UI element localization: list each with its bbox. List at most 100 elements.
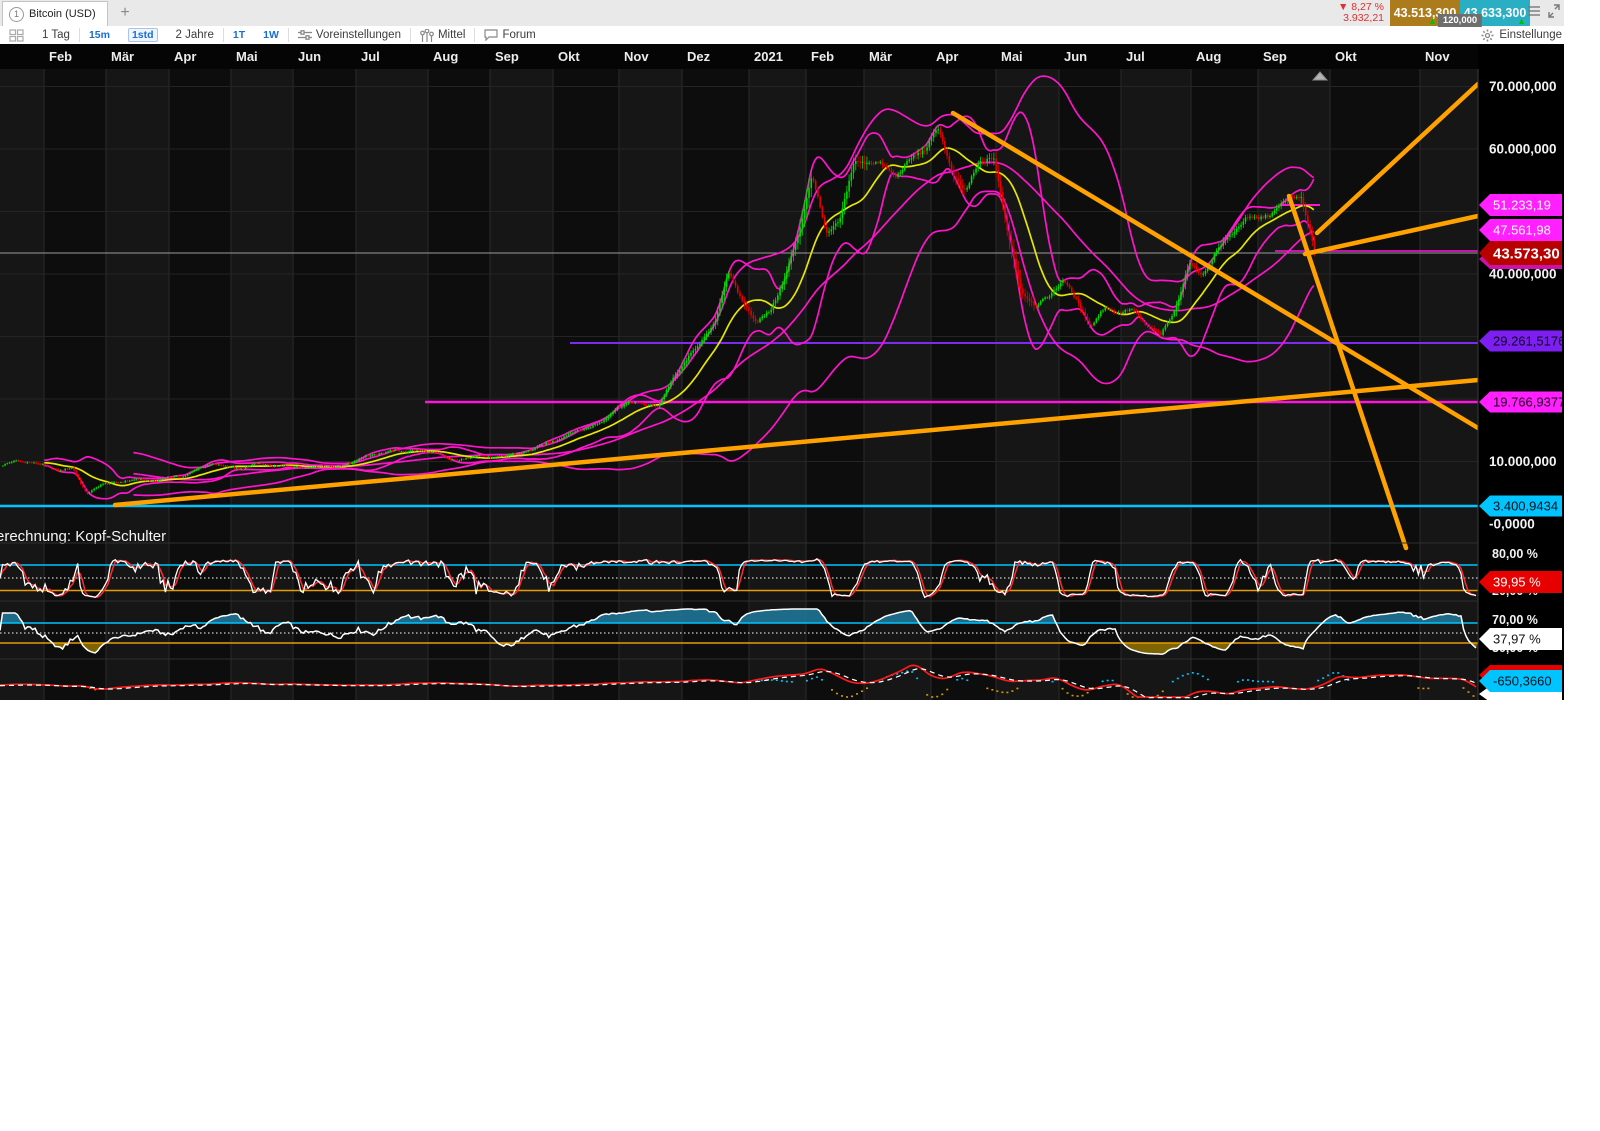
- candle-body: [1233, 232, 1236, 235]
- candle-body: [1300, 197, 1303, 199]
- candle-body: [1001, 191, 1004, 205]
- candle-body: [866, 163, 868, 164]
- time-axis-label: Mai: [1001, 49, 1023, 64]
- candle-body: [431, 451, 434, 453]
- candle-body: [42, 464, 44, 465]
- candle-body: [407, 451, 409, 453]
- candle-body: [883, 165, 886, 167]
- grid-icon: [9, 28, 24, 42]
- macd-histogram-dash: [936, 695, 939, 698]
- cyan-level-tag-label: 3.400,9434: [1493, 499, 1558, 514]
- candle-body: [1175, 305, 1178, 312]
- candle-body: [832, 226, 835, 230]
- candle-body: [155, 481, 158, 482]
- candle-body: [33, 462, 35, 464]
- menu-icon[interactable]: [1528, 4, 1540, 18]
- candle-body: [1117, 312, 1120, 314]
- candle-body: [402, 451, 405, 453]
- range-select[interactable]: 2 Jahre: [167, 26, 223, 44]
- candle-body: [148, 480, 151, 482]
- macd-histogram-dash: [815, 676, 818, 678]
- candle-body: [293, 466, 296, 468]
- candle-body: [870, 162, 873, 164]
- candle-body: [282, 465, 285, 467]
- new-tab-button[interactable]: +: [114, 0, 136, 26]
- candle-body: [785, 271, 788, 279]
- candle-body: [783, 278, 786, 285]
- candle-body: [387, 451, 389, 453]
- layout-grid-button[interactable]: [0, 26, 33, 44]
- candle-body: [422, 450, 425, 452]
- candle-body: [610, 414, 612, 417]
- macd-histogram-dash: [1462, 687, 1465, 689]
- candle-body: [750, 310, 752, 316]
- candle-body: [231, 466, 233, 468]
- timeframe-1w[interactable]: 1W: [254, 26, 288, 44]
- candle-body: [792, 249, 795, 256]
- candle-body: [249, 465, 251, 467]
- time-axis-label: Dez: [687, 49, 711, 64]
- candle-body: [817, 188, 819, 197]
- time-axis-label: Feb: [49, 49, 72, 64]
- candle-body: [803, 209, 806, 219]
- candle-body: [400, 451, 403, 453]
- time-axis-label: Apr: [936, 49, 958, 64]
- candle-body: [872, 163, 875, 165]
- candle-body: [1242, 221, 1245, 225]
- candle-body: [1082, 309, 1084, 312]
- candle-body: [756, 321, 759, 323]
- price-chart[interactable]: Feb Mär Apr Mai Jun Jul Aug Sep Okt Nov Dez 2021 Feb…: [0, 44, 1565, 702]
- candle-body: [932, 133, 935, 138]
- candle-body: [607, 416, 610, 419]
- chart-panel[interactable]: Feb Mär Apr Mai Jun Jul Aug Sep Okt Nov Dez 2021 Feb…: [0, 44, 1565, 702]
- instrument-tab[interactable]: 1 Bitcoin (USD): [2, 1, 108, 26]
- upper-band-tag-label: 51.233,19: [1493, 198, 1551, 213]
- candle-body: [316, 466, 318, 468]
- candle-body: [1211, 260, 1213, 265]
- candle-body: [82, 483, 84, 488]
- candle-body: [1180, 292, 1182, 300]
- candle-body: [670, 382, 672, 387]
- candle-body: [218, 464, 220, 466]
- candle-body: [209, 464, 211, 466]
- timeframe-1t[interactable]: 1T: [224, 26, 254, 44]
- candle-body: [487, 456, 490, 458]
- candle-body: [777, 295, 779, 301]
- candle-body: [672, 377, 674, 383]
- timeframe-15m[interactable]: 15m: [80, 26, 119, 44]
- timeframe-1std[interactable]: 1std: [127, 28, 158, 42]
- candle-body: [1122, 312, 1124, 314]
- indicators-button[interactable]: Mittel: [411, 26, 474, 44]
- candle-body: [24, 461, 26, 463]
- candle-body: [950, 163, 953, 172]
- candle-body: [935, 130, 937, 134]
- candle-body: [1182, 284, 1184, 293]
- presets-button[interactable]: Voreinstellungen: [289, 26, 410, 44]
- candle-body: [1075, 297, 1078, 299]
- interval-select[interactable]: 1 Tag: [33, 26, 79, 44]
- candle-body: [146, 480, 149, 482]
- settings-button[interactable]: Einstellunge: [1481, 29, 1564, 42]
- macd-histogram-dash: [830, 689, 833, 691]
- candle-body: [1057, 286, 1060, 289]
- candle-body: [667, 386, 670, 391]
- candle-body: [298, 466, 300, 468]
- candle-body: [1146, 324, 1149, 326]
- candle-body: [754, 318, 757, 322]
- candle-body: [1273, 210, 1276, 214]
- macd-histogram-dash: [760, 679, 763, 682]
- time-axis-label: Apr: [174, 49, 196, 64]
- candle-body: [349, 462, 352, 464]
- candle-body: [84, 487, 87, 491]
- forum-button[interactable]: Forum: [475, 26, 544, 44]
- macd-histogram-dash: [1061, 687, 1064, 690]
- expand-icon[interactable]: [1548, 4, 1560, 18]
- candle-body: [957, 178, 960, 182]
- candle-body: [498, 456, 501, 458]
- candle-body: [447, 457, 450, 459]
- candle-body: [614, 409, 617, 413]
- candle-body: [1220, 245, 1222, 248]
- candle-body: [846, 191, 848, 199]
- candle-body: [690, 352, 692, 356]
- candle-body: [342, 465, 345, 467]
